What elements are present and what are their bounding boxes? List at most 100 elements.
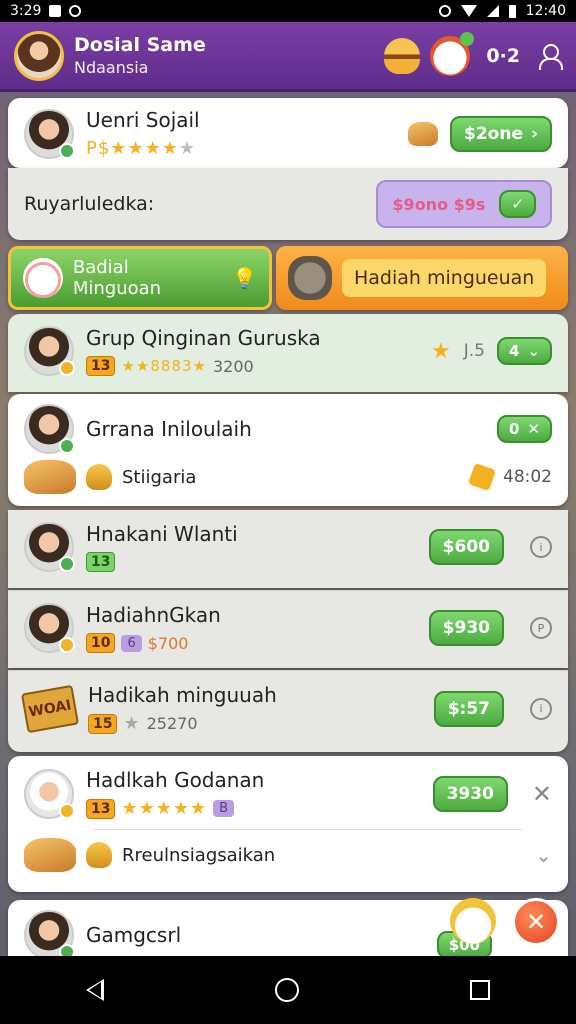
bun-icon (86, 464, 112, 490)
notification-icon (49, 5, 62, 17)
list-item-expanded[interactable]: Grrana Iniloulaih 0 ✕ Stiigaria 48:02 (8, 394, 568, 506)
arrow-right-icon: › (530, 123, 538, 144)
level-badge: 13 (86, 798, 116, 819)
battery-icon (508, 4, 516, 18)
close-fab-button[interactable]: ✕ (512, 898, 560, 946)
item-sub-name: Rreulnsiagsaikan (122, 844, 276, 866)
online-dot (59, 142, 75, 159)
item-action-button[interactable]: 0 ✕ (496, 415, 552, 443)
pastry-icon (24, 838, 76, 872)
summary-card: Ruyarluledka: $9ono $9s ✓ (8, 168, 568, 240)
level-badge: 13 (86, 552, 116, 572)
status-dot (59, 637, 75, 653)
pastry-icon (408, 121, 439, 146)
recent-apps-icon[interactable] (470, 980, 491, 1000)
status-dot (59, 438, 75, 454)
profile-rating: P$★★★★★ (86, 138, 196, 159)
user-avatar (24, 910, 75, 956)
star-icon: ★ (123, 713, 141, 734)
profile-avatar[interactable] (14, 30, 64, 81)
item-name: Hadikah minguuah (88, 683, 277, 707)
user-avatar (24, 603, 75, 653)
tab-weekly-gift-label: Hadiah mingueuan (342, 259, 547, 297)
item-score: J.5 (463, 341, 485, 361)
item-name: HadiahnGkan (86, 603, 221, 627)
summary-button[interactable]: $9ono $9s ✓ (376, 180, 552, 228)
item-value: $700 (147, 633, 189, 653)
star-icon: ★ (431, 338, 452, 364)
close-icon: ✕ (525, 908, 547, 936)
bulb-icon: 💡 (232, 266, 257, 290)
chevron-down-icon: ⌄ (527, 342, 540, 360)
status-dot (59, 944, 75, 956)
user-avatar (24, 404, 75, 454)
list-item[interactable]: Grup Qinginan Guruska 13 ★★8883★ 3200 ★ … (8, 314, 568, 392)
app-subtitle: Ndaansia (74, 58, 149, 77)
user-avatar (24, 768, 75, 819)
settings-icon (69, 5, 82, 17)
status-dot (59, 802, 75, 819)
wifi-icon (460, 5, 477, 17)
list-item-expanded[interactable]: Hadlkah Godanan 13 ★★★★★ B 3930 ✕ Rreuln… (8, 756, 568, 892)
list-item[interactable]: HadiahnGkan 10 6 $700 $930 P (8, 590, 568, 668)
item-sub-name: Stiigaria (122, 466, 197, 488)
signal-icon (486, 5, 499, 17)
paw-icon (86, 842, 112, 868)
info-icon[interactable]: i (530, 536, 552, 558)
item-price-button[interactable]: $600 (428, 529, 504, 565)
item-price-button[interactable]: $:57 (433, 690, 504, 727)
profile-name: Uenri Sojail (86, 108, 200, 132)
notification-count: 0·2 (486, 44, 520, 67)
profile-card: Uenri Sojail P$★★★★★ $2one › (8, 98, 568, 168)
item-chip: B (213, 800, 235, 817)
close-icon: ✕ (527, 420, 540, 438)
level-badge: 15 (88, 713, 118, 734)
app-title: Dosial Same (74, 34, 206, 56)
app-bar: Dosial Same Ndaansia 0·2 (0, 22, 576, 92)
item-chip: 6 (121, 634, 142, 652)
level-badge: 13 (86, 356, 116, 376)
navigation-bar (0, 956, 576, 1024)
item-stars: ★★★★★ (121, 798, 208, 819)
helper-mascot-icon[interactable] (450, 898, 496, 944)
expand-icon[interactable]: ⌄ (535, 843, 552, 867)
item-price-button[interactable]: $930 (428, 610, 504, 646)
pastry-icon (24, 460, 76, 494)
item-name: Gamgcsrl (86, 923, 182, 947)
badge-icon: WOAI (20, 684, 80, 733)
check-icon: ✓ (499, 190, 536, 218)
user-avatar (24, 326, 75, 376)
status-time: 3:29 (10, 3, 42, 19)
info-icon[interactable]: P (530, 617, 552, 639)
tab-weekly-reward-label: Badial Minguoan (72, 257, 162, 299)
item-action-button[interactable]: 4 ⌄ (496, 337, 552, 365)
item-sub-value: 48:02 (503, 467, 552, 487)
list-item[interactable]: Hnakani Wlanti 13 $600 i (8, 510, 568, 588)
alarm-icon (438, 5, 451, 17)
mascot-icon[interactable] (430, 31, 475, 76)
close-icon[interactable]: ✕ (532, 780, 552, 808)
home-icon[interactable] (274, 978, 299, 1002)
status-bar: 3:29 12:40 (0, 0, 576, 22)
item-value: 3200 (213, 356, 254, 376)
tab-weekly-reward[interactable]: Badial Minguoan 💡 (8, 246, 272, 310)
item-name: Grrana Iniloulaih (86, 417, 252, 441)
list-item[interactable]: WOAI Hadikah minguuah 15 ★ 25270 $:57 i (8, 670, 568, 752)
item-name: Grup Qinginan Guruska (86, 326, 321, 350)
status-dot (59, 360, 75, 376)
status-clock: 12:40 (525, 3, 566, 19)
item-name: Hnakani Wlanti (86, 522, 238, 546)
info-icon[interactable]: i (530, 697, 552, 720)
tab-weekly-gift[interactable]: Hadiah mingueuan (276, 246, 568, 310)
back-icon[interactable] (85, 979, 104, 1001)
profile-action-button[interactable]: $2one › (450, 115, 552, 152)
cat-icon (23, 258, 63, 298)
item-price-button[interactable]: 3930 (432, 775, 508, 812)
item-value: 25270 (146, 714, 198, 733)
item-stars: ★★8883★ (121, 357, 207, 375)
burger-icon[interactable] (384, 37, 421, 74)
user-icon[interactable] (536, 42, 563, 70)
level-badge: 10 (86, 633, 116, 653)
status-dot (59, 556, 75, 572)
item-name: Hadlkah Godanan (86, 768, 265, 792)
